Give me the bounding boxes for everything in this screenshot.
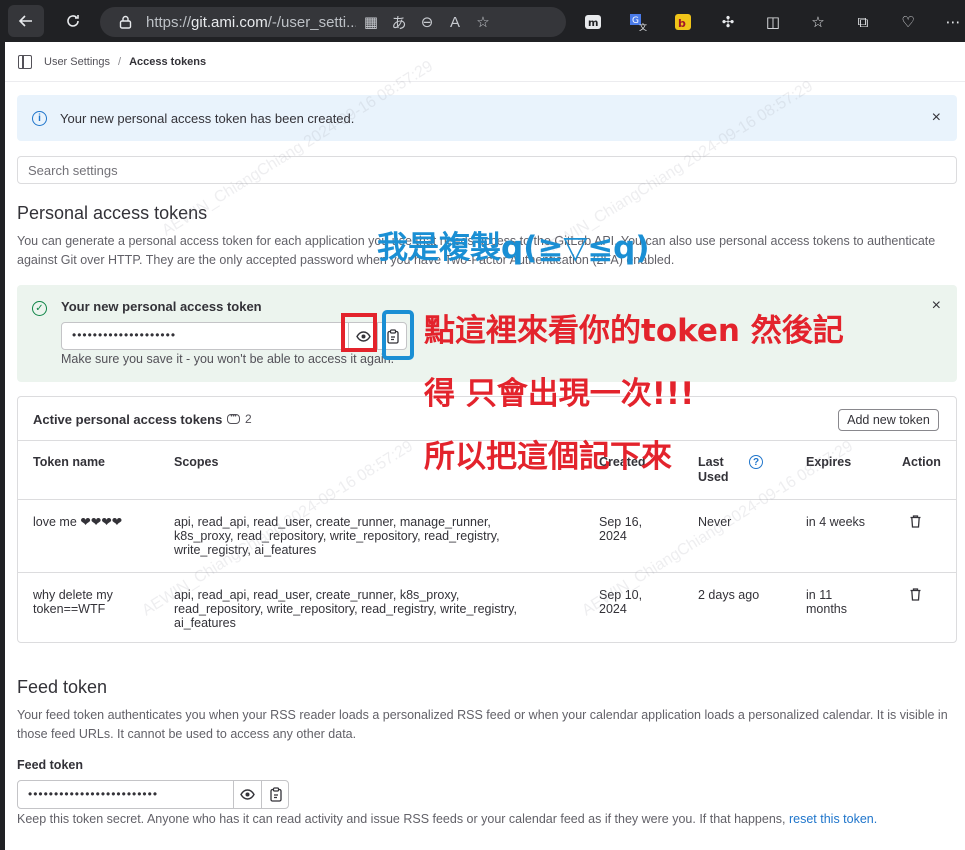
clipboard-icon bbox=[269, 787, 282, 802]
breadcrumb-separator: / bbox=[118, 55, 122, 68]
annotation-reveal-text-3: 所以把這個記下來 bbox=[424, 439, 672, 475]
last-used-line-1: Last bbox=[698, 455, 724, 469]
reset-token-link[interactable]: reset this token. bbox=[789, 812, 877, 826]
pat-heading: Personal access tokens bbox=[17, 203, 208, 223]
lock-icon bbox=[116, 15, 134, 29]
last-used-line-2: Used bbox=[698, 470, 729, 484]
info-icon: i bbox=[32, 110, 47, 126]
add-new-token-button[interactable]: Add new token bbox=[838, 409, 939, 431]
breadcrumb-user-settings[interactable]: User Settings bbox=[44, 56, 110, 68]
annotation-reveal-text-1: 點這裡來看你的token 然後記 bbox=[424, 313, 844, 349]
translate-extension-icon[interactable]: G文 bbox=[625, 9, 651, 35]
address-bar[interactable]: https://git.ami.com/-/user_setti... ▦ あ … bbox=[100, 7, 566, 37]
token-expires: in 11 months bbox=[806, 588, 847, 616]
reload-button[interactable] bbox=[56, 4, 90, 38]
favorites-icon[interactable]: ☆ bbox=[805, 9, 831, 35]
close-new-token-icon[interactable]: × bbox=[932, 297, 941, 315]
close-alert-icon[interactable]: × bbox=[932, 109, 941, 127]
token-created-alert: i Your new personal access token has bee… bbox=[17, 95, 957, 141]
window-frame bbox=[0, 42, 5, 850]
token-name: love me ❤❤❤❤ bbox=[33, 515, 123, 529]
token-scopes: api, read_api, read_user, create_runner,… bbox=[174, 515, 500, 557]
column-header-last-used[interactable]: Last Used bbox=[698, 455, 729, 485]
column-header-action: Action bbox=[902, 455, 941, 469]
revoke-trash-icon[interactable] bbox=[910, 515, 921, 528]
copy-feed-token-button[interactable] bbox=[261, 781, 289, 808]
breadcrumb: User Settings / Access tokens bbox=[5, 42, 965, 82]
row-divider bbox=[18, 572, 956, 573]
translate-icon[interactable]: あ bbox=[386, 9, 412, 35]
feed-token-note: Keep this token secret. Anyone who has i… bbox=[17, 812, 878, 826]
collections-icon[interactable]: ⧉ bbox=[850, 9, 876, 35]
token-scopes: api, read_api, read_user, create_runner,… bbox=[174, 588, 517, 630]
extensions-puzzle-icon[interactable]: ✣ bbox=[715, 9, 741, 35]
extension-yellow-icon[interactable]: b bbox=[670, 9, 696, 35]
feed-token-heading: Feed token bbox=[17, 677, 108, 697]
token-count-icon: ••• bbox=[227, 414, 240, 424]
active-tokens-title: Active personal access tokens bbox=[33, 412, 223, 427]
token-created: Sep 16, 2024 bbox=[599, 515, 643, 543]
column-header-scopes: Scopes bbox=[174, 455, 219, 469]
search-settings-input[interactable]: Search settings bbox=[17, 156, 957, 184]
search-placeholder: Search settings bbox=[28, 162, 118, 178]
new-token-title: Your new personal access token bbox=[61, 299, 262, 314]
feed-token-label: Feed token bbox=[17, 758, 83, 772]
sidebar-toggle-icon[interactable] bbox=[18, 54, 32, 69]
check-circle-icon: ✓ bbox=[32, 301, 47, 316]
svg-text:b: b bbox=[678, 17, 686, 30]
favorite-star-icon[interactable]: ☆ bbox=[470, 9, 496, 35]
token-last-used: 2 days ago bbox=[698, 588, 760, 602]
annotation-red-box bbox=[341, 313, 377, 352]
read-aloud-icon[interactable]: A bbox=[442, 9, 468, 35]
annotation-copy-text: 我是複製q(≧▽≦q) bbox=[377, 230, 650, 266]
split-screen-icon[interactable]: ◫ bbox=[760, 9, 786, 35]
back-button[interactable] bbox=[8, 5, 44, 37]
column-header-token-name: Token name bbox=[33, 455, 106, 469]
svg-text:G: G bbox=[632, 16, 639, 26]
svg-text:文: 文 bbox=[639, 22, 647, 31]
token-expires: in 4 weeks bbox=[806, 515, 866, 529]
eye-icon bbox=[240, 789, 255, 800]
feed-token-masked-value: ••••••••••••••••••••••••• bbox=[28, 787, 159, 801]
back-arrow-icon bbox=[18, 15, 32, 27]
extension-m-icon[interactable]: m bbox=[580, 9, 606, 35]
app-grid-icon[interactable]: ▦ bbox=[358, 9, 384, 35]
row-divider bbox=[18, 499, 956, 500]
reveal-feed-token-button[interactable] bbox=[233, 781, 261, 808]
annotation-blue-box bbox=[382, 310, 414, 360]
help-icon[interactable]: ? bbox=[749, 455, 763, 469]
svg-text:m: m bbox=[588, 18, 598, 29]
annotation-reveal-text-2: 得 只會出現一次!!! bbox=[424, 376, 695, 412]
alert-message: Your new personal access token has been … bbox=[60, 110, 355, 126]
more-menu-icon[interactable]: ⋯ bbox=[940, 9, 965, 35]
token-count: 2 bbox=[245, 412, 252, 426]
reload-icon bbox=[67, 15, 79, 27]
url-text: https://git.ami.com/-/user_setti... bbox=[146, 13, 356, 31]
browser-essentials-icon[interactable]: ♡ bbox=[895, 9, 921, 35]
extension-toolbar: m G文 b ✣ ◫ ☆ ⧉ ♡ ⋯ bbox=[580, 8, 965, 36]
revoke-trash-icon[interactable] bbox=[910, 588, 921, 601]
breadcrumb-access-tokens[interactable]: Access tokens bbox=[129, 56, 206, 68]
column-header-expires[interactable]: Expires bbox=[806, 455, 851, 470]
zoom-out-icon[interactable]: ⊖ bbox=[414, 9, 440, 35]
token-created: Sep 10, 2024 bbox=[599, 588, 643, 616]
token-last-used: Never bbox=[698, 515, 732, 529]
feed-token-description: Your feed token authenticates you when y… bbox=[17, 708, 948, 741]
token-name: why delete my token==WTF bbox=[33, 588, 113, 616]
save-token-hint: Make sure you save it - you won't be abl… bbox=[61, 352, 395, 366]
feed-token-field[interactable]: ••••••••••••••••••••••••• bbox=[17, 780, 289, 809]
new-token-masked-value: •••••••••••••••••••• bbox=[72, 328, 177, 342]
